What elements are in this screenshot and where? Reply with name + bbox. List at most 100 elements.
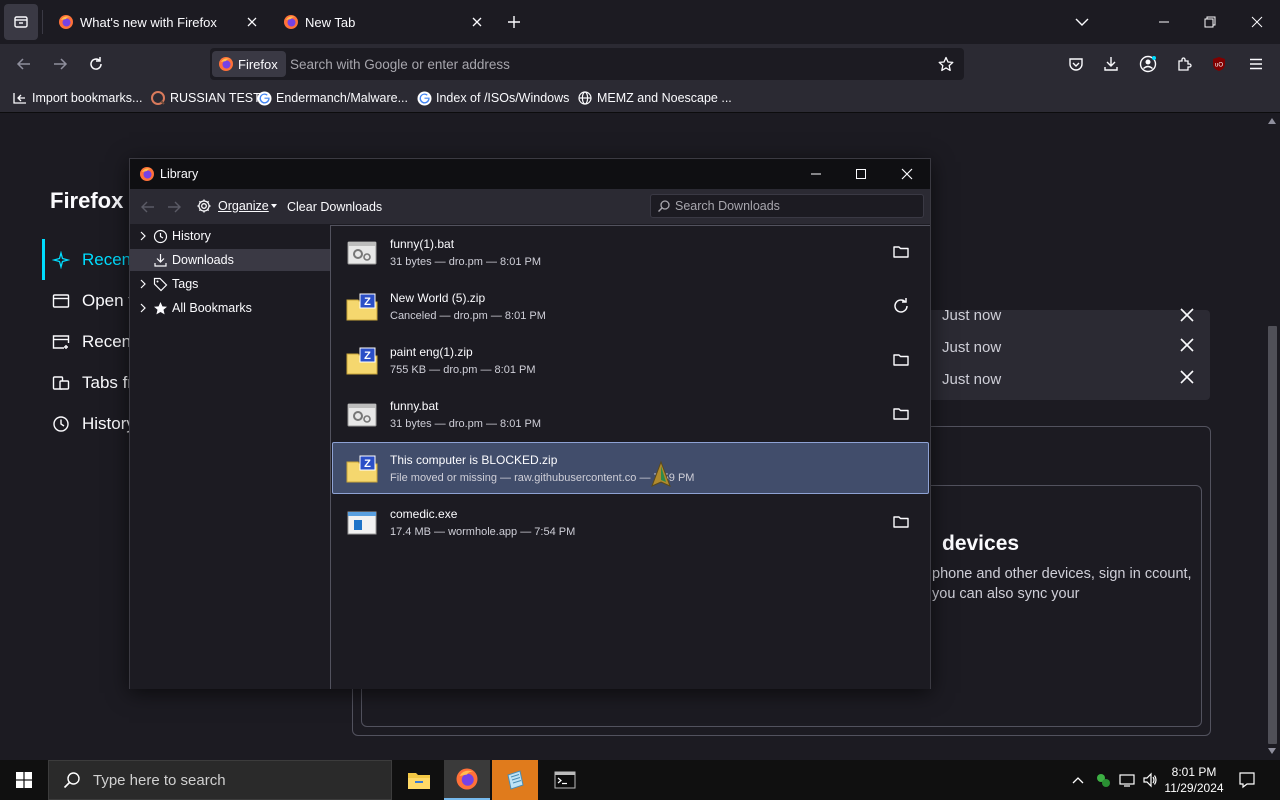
tree-item-label: Tags [172, 277, 199, 291]
nav-item-recently-closed[interactable]: Recent [42, 321, 142, 362]
ublock-origin-button[interactable]: uO [1205, 50, 1233, 78]
batch-file-icon [347, 403, 377, 427]
search-downloads-box[interactable] [650, 194, 924, 218]
library-titlebar[interactable]: Library [130, 159, 930, 189]
library-back-button[interactable] [138, 197, 158, 217]
folder-icon[interactable] [892, 405, 910, 423]
reload-button[interactable] [82, 50, 110, 78]
search-icon [658, 200, 670, 212]
chevron-right-icon[interactable] [138, 303, 148, 313]
library-forward-button[interactable] [164, 197, 184, 217]
close-tab-icon[interactable] [469, 14, 485, 30]
taskbar-notepad[interactable] [492, 760, 538, 800]
download-item[interactable]: Z New World (5).zip Canceled — dro.pm — … [332, 280, 929, 332]
bookmark-page-button[interactable] [934, 52, 958, 76]
nav-item-label: Open t [82, 290, 134, 310]
show-hidden-icons-button[interactable] [1068, 770, 1088, 790]
close-icon [901, 168, 913, 180]
forward-arrow-icon [54, 58, 68, 70]
nav-item-recent-browsing[interactable]: Recent [42, 239, 142, 280]
scroll-up-icon[interactable] [1268, 118, 1276, 124]
nav-item-label: Recent [82, 331, 136, 351]
dismiss-icon[interactable] [1180, 338, 1194, 352]
taskbar-search-box[interactable] [48, 760, 392, 800]
chevron-right-icon[interactable] [138, 279, 148, 289]
bookmark-import[interactable]: Import bookmarks... [12, 89, 142, 107]
restore-button[interactable] [1196, 8, 1224, 36]
retry-icon[interactable] [892, 297, 910, 315]
google-icon [256, 90, 272, 106]
network-button[interactable] [1117, 770, 1137, 790]
extensions-button[interactable] [1170, 50, 1198, 78]
download-item[interactable]: Z paint eng(1).zip 755 KB — dro.pm — 8:0… [332, 334, 929, 386]
dismiss-icon[interactable] [1180, 308, 1194, 322]
pocket-icon [1069, 58, 1083, 71]
forward-arrow-icon [168, 201, 181, 213]
library-toolbar: Organize Clear Downloads [130, 189, 930, 224]
download-item[interactable]: comedic.exe 17.4 MB — wormhole.app — 7:5… [332, 496, 929, 548]
tree-item-history[interactable]: History [130, 225, 330, 247]
folder-icon[interactable] [892, 351, 910, 369]
tree-item-all-bookmarks[interactable]: All Bookmarks [130, 297, 330, 319]
back-button[interactable] [10, 50, 38, 78]
organize-label: Organize [218, 199, 269, 213]
sparkle-icon [52, 250, 70, 269]
bookmark-memz[interactable]: MEMZ and Noescape ... [577, 89, 732, 107]
tab-whats-new[interactable]: What's new with Firefox [48, 4, 268, 40]
folder-icon[interactable] [892, 243, 910, 261]
security-app-icon [1097, 774, 1110, 787]
clear-downloads-button[interactable]: Clear Downloads [287, 200, 382, 214]
terminal-icon [554, 771, 576, 789]
list-all-tabs-button[interactable] [1068, 8, 1096, 36]
library-close-button[interactable] [891, 163, 923, 185]
scrollbar-thumb[interactable] [1268, 326, 1277, 744]
bookmark-russian-test[interactable]: RUSSIAN TEST [150, 89, 261, 107]
chevron-right-icon[interactable] [138, 231, 148, 241]
downloads-button[interactable] [1097, 50, 1125, 78]
new-tab-button[interactable] [502, 10, 526, 34]
taskbar-file-explorer[interactable] [396, 760, 442, 800]
bookmark-index-isos[interactable]: Index of /ISOs/Windows [416, 89, 569, 107]
organize-menu-button[interactable]: Organize [196, 198, 277, 214]
url-input[interactable] [290, 51, 910, 77]
notifications-button[interactable] [1237, 770, 1257, 790]
taskbar-firefox[interactable] [444, 760, 490, 800]
tray-app-icon[interactable] [1093, 770, 1113, 790]
tab-separator [42, 10, 43, 34]
folder-icon[interactable] [892, 513, 910, 531]
bookmark-endermanch[interactable]: Endermanch/Malware... [256, 89, 408, 107]
notepad-icon [507, 770, 524, 790]
start-button[interactable] [0, 760, 48, 800]
library-maximize-button[interactable] [845, 163, 877, 185]
search-downloads-input[interactable] [675, 199, 915, 213]
minimize-icon [1159, 21, 1169, 23]
tab-list-button[interactable] [4, 4, 38, 40]
account-button[interactable] [1134, 50, 1162, 78]
tab-new-tab[interactable]: New Tab [273, 4, 493, 40]
nav-item-tabs-from-devices[interactable]: Tabs fr [42, 362, 142, 403]
forward-button[interactable] [46, 50, 74, 78]
identity-box[interactable]: Firefox [212, 51, 286, 77]
nav-item-history[interactable]: History [42, 403, 142, 444]
close-tab-icon[interactable] [244, 14, 260, 30]
star-icon [152, 300, 168, 316]
taskbar-search-input[interactable] [93, 771, 373, 789]
download-item-selected[interactable]: Z This computer is BLOCKED.zip File move… [332, 442, 929, 494]
minimize-button[interactable] [1150, 8, 1178, 36]
page-scrollbar[interactable] [1264, 114, 1280, 760]
taskbar-clock[interactable]: 8:01 PM 11/29/2024 [1160, 764, 1228, 796]
scroll-down-icon[interactable] [1268, 748, 1276, 754]
tree-item-downloads[interactable]: Downloads [130, 249, 330, 271]
pocket-button[interactable] [1062, 50, 1090, 78]
nav-item-open-tabs[interactable]: Open t [42, 280, 142, 321]
app-menu-button[interactable] [1242, 50, 1270, 78]
tree-item-tags[interactable]: Tags [130, 273, 330, 295]
download-item[interactable]: funny.bat 31 bytes — dro.pm — 8:01 PM [332, 388, 929, 440]
download-item[interactable]: funny(1).bat 31 bytes — dro.pm — 8:01 PM [332, 226, 929, 278]
volume-button[interactable] [1140, 770, 1160, 790]
taskbar-terminal[interactable] [542, 760, 588, 800]
close-window-button[interactable] [1243, 8, 1271, 36]
dismiss-icon[interactable] [1180, 370, 1194, 384]
library-minimize-button[interactable] [800, 163, 832, 185]
firefox-view-nav: Recent Open t Recent Tabs fr History [42, 239, 142, 444]
